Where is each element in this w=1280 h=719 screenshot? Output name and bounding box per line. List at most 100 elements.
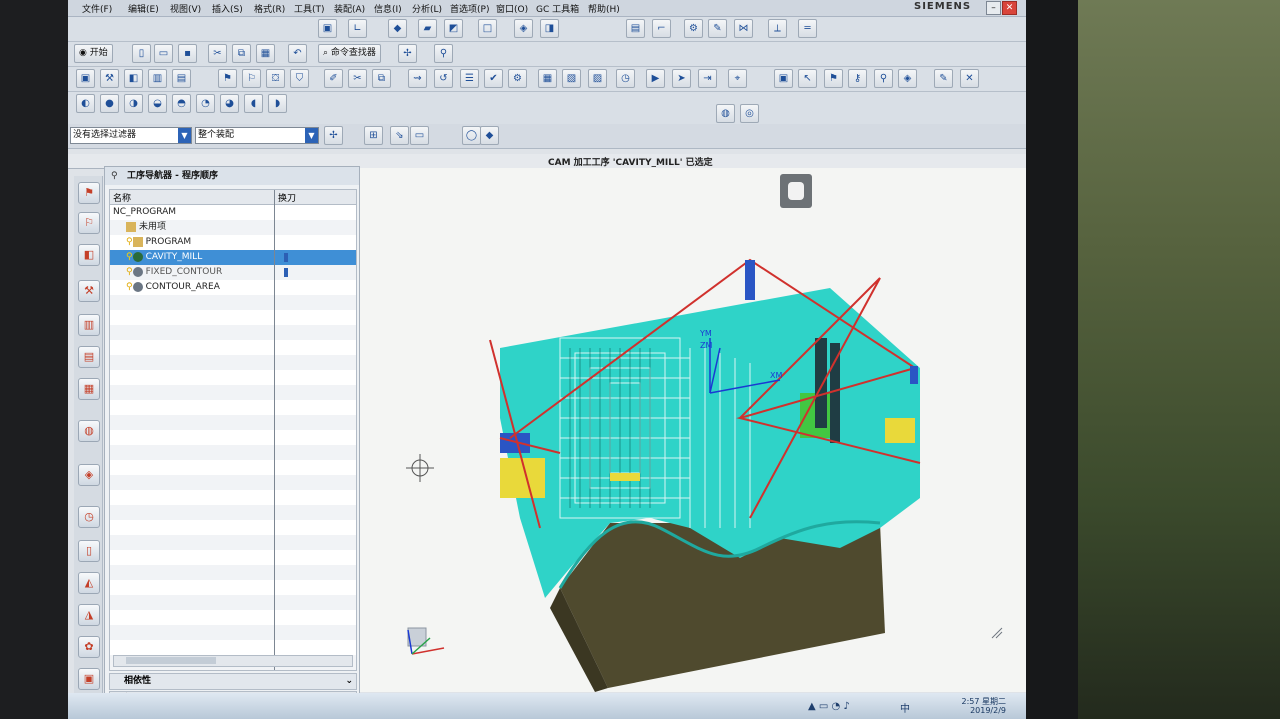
render-icon[interactable]: ◨	[540, 19, 559, 38]
menu-help[interactable]: 帮助(H)	[588, 2, 620, 15]
menu-window[interactable]: 窗口(O)	[496, 2, 528, 15]
fit-view-icon[interactable]: ▣	[318, 19, 337, 38]
measure-icon[interactable]: ⌐	[652, 19, 671, 38]
assembly-navigator-icon[interactable]: ⚑	[78, 182, 100, 204]
zoom-icon[interactable]: ⚲	[874, 69, 893, 88]
menu-format[interactable]: 格式(R)	[254, 2, 285, 15]
menu-analysis[interactable]: 分析(L)	[412, 2, 442, 15]
tree-row-contour-area[interactable]: ⚲ CONTOUR_AREA	[110, 280, 356, 295]
undo-icon[interactable]: ↶	[288, 44, 307, 63]
tree-row-cavity-mill[interactable]: ⚲ CAVITY_MILL	[110, 250, 356, 265]
display-c-icon[interactable]: ◑	[124, 94, 143, 113]
operation-navigator-icon[interactable]: ⚒	[78, 280, 100, 302]
orient-view-icon[interactable]: ◈	[514, 19, 533, 38]
close-button[interactable]: ✕	[1002, 1, 1017, 15]
clock[interactable]: 2:57 星期二 2019/2/9	[961, 697, 1006, 715]
settings-icon[interactable]: ⚙	[684, 19, 703, 38]
roles-icon[interactable]: ◮	[78, 604, 100, 626]
copy-object-icon[interactable]: ⧉	[372, 69, 391, 88]
start-button[interactable]: ◉ 开始	[74, 44, 113, 63]
display-f-icon[interactable]: ◔	[196, 94, 215, 113]
create-program-icon[interactable]: ▣	[76, 69, 95, 88]
paste-icon[interactable]: ▦	[256, 44, 275, 63]
document-icon[interactable]: ▯	[78, 540, 100, 562]
paint-icon[interactable]: ▰	[418, 19, 437, 38]
ime-indicator[interactable]: 中	[900, 700, 910, 715]
menu-assembly[interactable]: 装配(A)	[334, 2, 365, 15]
list-toolpath-icon[interactable]: ☰	[460, 69, 479, 88]
method-view-icon[interactable]: ⛉	[290, 69, 309, 88]
minimize-button[interactable]: –	[986, 1, 1001, 15]
tool-icon[interactable]: ✎	[708, 19, 727, 38]
part-navigator-icon[interactable]: ◧	[78, 244, 100, 266]
program-order-view-icon[interactable]: ⚑	[218, 69, 237, 88]
tree-row-fixed-contour[interactable]: ⚲ FIXED_CONTOUR	[110, 265, 356, 280]
simulate-machine-icon[interactable]: ⚙	[508, 69, 527, 88]
postprocess-icon[interactable]: ▦	[538, 69, 557, 88]
palette-icon[interactable]: ◭	[78, 572, 100, 594]
simulation-icon[interactable]: ▣	[78, 668, 100, 690]
shop-docs-icon[interactable]: ▧	[562, 69, 581, 88]
cycle-time-icon[interactable]: ◷	[616, 69, 635, 88]
create-operation-icon[interactable]: ▤	[172, 69, 191, 88]
menu-edit[interactable]: 编辑(E)	[128, 2, 159, 15]
geometry-view-icon[interactable]: ⛋	[266, 69, 285, 88]
display-a-icon[interactable]: ◐	[76, 94, 95, 113]
shaded-cube-icon[interactable]: ◆	[388, 19, 407, 38]
display-e-icon[interactable]: ◓	[172, 94, 191, 113]
menu-gc-toolkit[interactable]: GC 工具箱	[536, 2, 579, 15]
edit-pen-icon[interactable]: ✎	[934, 69, 953, 88]
menu-preferences[interactable]: 首选项(P)	[450, 2, 489, 15]
wcs-icon[interactable]: ◩	[444, 19, 463, 38]
generate-toolpath-icon[interactable]: ⇝	[408, 69, 427, 88]
mirror-icon[interactable]: ⋈	[734, 19, 753, 38]
history-icon[interactable]: ◈	[78, 464, 100, 486]
output-cls-icon[interactable]: ▨	[588, 69, 607, 88]
filter-icon[interactable]: ⚲	[434, 44, 453, 63]
play-icon[interactable]: ▶	[646, 69, 665, 88]
dependencies-panel[interactable]: 相依性 ⌄	[109, 673, 357, 690]
new-file-icon[interactable]: ▯	[132, 44, 151, 63]
rectangle-select-icon[interactable]: ▭	[410, 126, 429, 145]
horizontal-scrollbar[interactable]	[113, 655, 353, 667]
menu-view[interactable]: 视图(V)	[170, 2, 201, 15]
arrow-icon[interactable]: ⇘	[390, 126, 409, 145]
clock-icon[interactable]: ◷	[78, 506, 100, 528]
lock-icon[interactable]: ⚷	[848, 69, 867, 88]
selection-filter-select[interactable]: 没有选择过滤器 ▼	[70, 127, 192, 144]
create-geometry-icon[interactable]: ◧	[124, 69, 143, 88]
machine-tool-view-icon[interactable]: ⚐	[242, 69, 261, 88]
cube-icon[interactable]: ◆	[480, 126, 499, 145]
command-finder-button[interactable]: ⌕ 命令查找器	[318, 44, 381, 63]
snap-icon[interactable]: ✢	[398, 44, 417, 63]
layer-icon[interactable]: □	[478, 19, 497, 38]
column-name[interactable]: 名称	[113, 191, 131, 204]
open-folder-icon[interactable]: ▭	[154, 44, 173, 63]
assembly-scope-select[interactable]: 整个装配 ▼	[195, 127, 319, 144]
database-icon[interactable]: ▤	[626, 19, 645, 38]
verify-toolpath-icon[interactable]: ✔	[484, 69, 503, 88]
mark-icon[interactable]: ⚑	[824, 69, 843, 88]
menu-tools[interactable]: 工具(T)	[294, 2, 325, 15]
feature-icon[interactable]: ▣	[774, 69, 793, 88]
select-all-icon[interactable]: ✢	[324, 126, 343, 145]
replay-toolpath-icon[interactable]: ↺	[434, 69, 453, 88]
ruler-icon[interactable]: ═	[798, 19, 817, 38]
display-d-icon[interactable]: ◒	[148, 94, 167, 113]
dimension-icon[interactable]: ⟂	[768, 19, 787, 38]
pointer-icon[interactable]: ➤	[672, 69, 691, 88]
cut-object-icon[interactable]: ✂	[348, 69, 367, 88]
column-tool-change[interactable]: 换刀	[278, 191, 296, 204]
pin-icon[interactable]: ⚲	[111, 167, 118, 185]
menu-file[interactable]: 文件(F)	[82, 2, 112, 15]
save-icon[interactable]: ▪	[178, 44, 197, 63]
cursor-icon[interactable]: ↖	[798, 69, 817, 88]
snap-point-icon[interactable]: ⊞	[364, 126, 383, 145]
scrollbar-thumb[interactable]	[126, 657, 216, 664]
hd3d-icon[interactable]: ▦	[78, 378, 100, 400]
cut-icon[interactable]: ✂	[208, 44, 227, 63]
display-g-icon[interactable]: ◕	[220, 94, 239, 113]
tree-row-program[interactable]: ⚲ PROGRAM	[110, 235, 356, 250]
reuse-library-icon[interactable]: ▤	[78, 346, 100, 368]
constraint-navigator-icon[interactable]: ⚐	[78, 212, 100, 234]
